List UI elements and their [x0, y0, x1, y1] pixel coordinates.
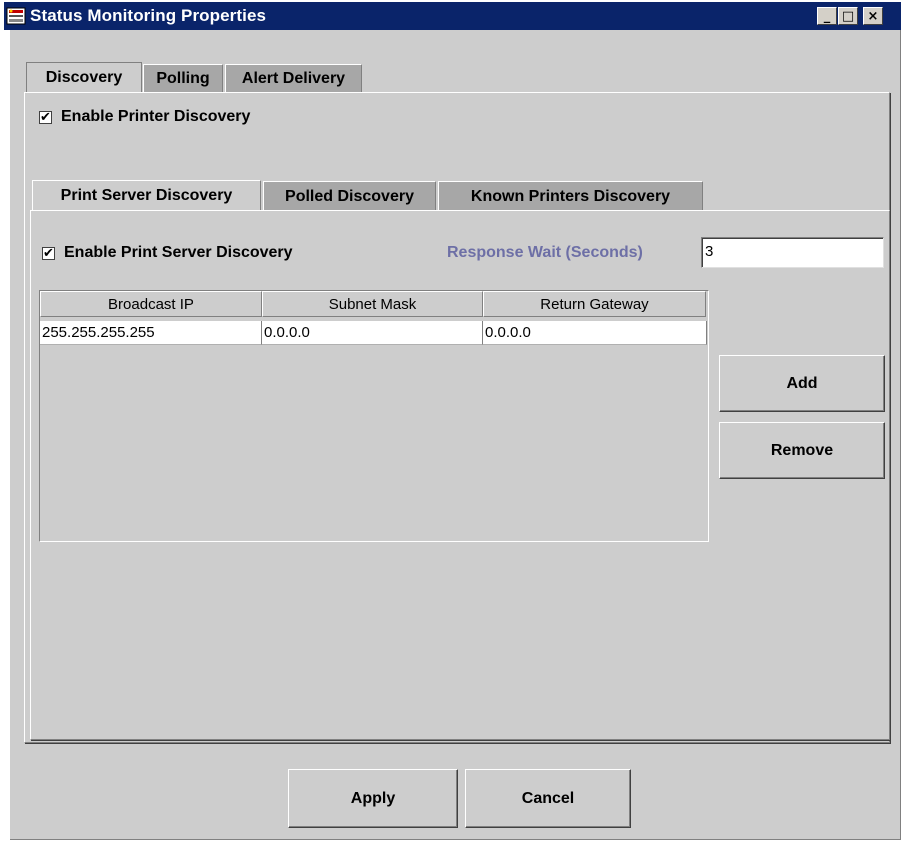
tab-print-server-discovery[interactable]: Print Server Discovery [32, 180, 261, 211]
tab-discovery-label: Discovery [45, 68, 123, 86]
enable-printer-discovery-checkbox[interactable]: ✔ Enable Printer Discovery [39, 108, 250, 126]
tab-known-printers-discovery-label: Known Printers Discovery [470, 187, 671, 205]
close-icon: × [867, 8, 879, 24]
response-wait-label: Response Wait (Seconds) [447, 244, 643, 261]
remove-button-label: Remove [770, 441, 834, 459]
minimize-button[interactable]: _ [817, 7, 837, 25]
cancel-button-label: Cancel [521, 789, 575, 807]
app-icon [6, 6, 26, 26]
table-cell-broadcast-ip[interactable]: 255.255.255.255 [40, 321, 262, 345]
tab-alert-delivery-label: Alert Delivery [241, 69, 346, 87]
maximize-icon: □ [841, 8, 855, 24]
cancel-button[interactable]: Cancel [465, 769, 631, 828]
table-row[interactable]: 255.255.255.255 0.0.0.0 0.0.0.0 [40, 321, 707, 345]
tab-polled-discovery[interactable]: Polled Discovery [263, 181, 436, 211]
enable-print-server-discovery-label: Enable Print Server Discovery [64, 244, 293, 261]
tab-known-printers-discovery[interactable]: Known Printers Discovery [438, 181, 703, 211]
column-header-subnet-mask[interactable]: Subnet Mask [262, 291, 483, 317]
column-header-broadcast-ip[interactable]: Broadcast IP [40, 291, 262, 317]
tab-polling-label: Polling [156, 69, 210, 87]
tab-alert-delivery[interactable]: Alert Delivery [225, 64, 362, 92]
column-header-return-gateway[interactable]: Return Gateway [483, 291, 706, 317]
maximize-button[interactable]: □ [838, 7, 858, 25]
close-button[interactable]: × [863, 7, 883, 25]
enable-print-server-discovery-checkbox[interactable]: ✔ Enable Print Server Discovery [42, 244, 293, 262]
tab-print-server-discovery-label: Print Server Discovery [60, 187, 233, 204]
discovery-table: Broadcast IP Subnet Mask Return Gateway … [39, 290, 709, 542]
window-title: Status Monitoring Properties [30, 6, 267, 25]
table-cell-return-gateway[interactable]: 0.0.0.0 [483, 321, 707, 345]
title-bar[interactable]: Status Monitoring Properties _ □ × [4, 2, 901, 30]
minimize-icon: _ [823, 8, 831, 24]
enable-printer-discovery-label: Enable Printer Discovery [61, 108, 251, 125]
apply-button-label: Apply [350, 789, 396, 807]
tab-polling[interactable]: Polling [143, 64, 223, 92]
apply-button[interactable]: Apply [288, 769, 458, 828]
checkbox-checked-icon: ✔ [42, 245, 55, 261]
response-wait-input[interactable]: 3 [701, 237, 884, 268]
add-button-label: Add [786, 374, 818, 392]
tab-discovery[interactable]: Discovery [26, 62, 142, 92]
remove-button[interactable]: Remove [719, 422, 885, 479]
table-cell-subnet-mask[interactable]: 0.0.0.0 [262, 321, 483, 345]
tab-polled-discovery-label: Polled Discovery [285, 187, 414, 205]
add-button[interactable]: Add [719, 355, 885, 412]
checkbox-checked-icon: ✔ [39, 109, 52, 125]
